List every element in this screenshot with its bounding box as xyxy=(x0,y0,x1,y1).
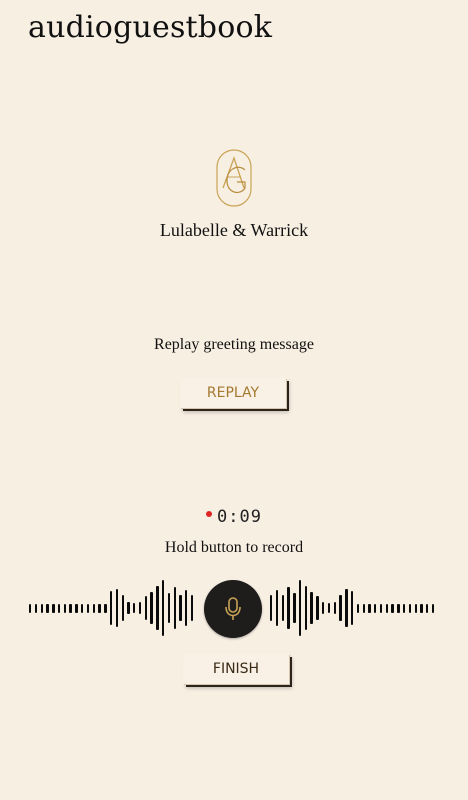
waveform-bar xyxy=(69,603,72,613)
waveform-left xyxy=(29,580,197,636)
microphone-icon xyxy=(225,597,241,620)
waveform-bar xyxy=(420,603,423,613)
waveform-bar xyxy=(391,603,394,613)
waveform-bar xyxy=(34,603,38,613)
waveform-bar xyxy=(144,596,148,620)
waveform-bar xyxy=(127,602,130,614)
waveform-bar xyxy=(46,603,49,613)
waveform-bar xyxy=(179,595,182,621)
waveform-bar xyxy=(270,595,273,621)
finish-button[interactable]: FINISH xyxy=(183,654,289,684)
waveform-bar xyxy=(402,603,406,613)
waveform-bar xyxy=(316,596,319,620)
waveform-bar xyxy=(98,603,101,613)
waveform-bar xyxy=(356,603,360,613)
waveform-bar xyxy=(161,580,165,636)
waveform-bar xyxy=(310,592,313,624)
replay-button[interactable]: REPLAY xyxy=(180,378,286,408)
record-dot-icon xyxy=(206,511,213,517)
waveform-bar xyxy=(374,603,377,613)
waveform-bar xyxy=(190,595,194,621)
waveform-bar xyxy=(156,586,159,630)
waveform-bar xyxy=(121,595,124,621)
hold-to-record-label: Hold button to record xyxy=(164,539,304,556)
waveform-bar xyxy=(350,591,354,625)
waveform-bar xyxy=(287,587,290,629)
waveform-bar xyxy=(104,603,107,613)
waveform-bar xyxy=(81,603,84,613)
waveform-bar xyxy=(109,591,113,625)
waveform-bar xyxy=(275,590,279,626)
waveform-bar xyxy=(57,603,61,613)
waveform-bar xyxy=(115,589,119,627)
couple-names: Lulabelle & Warrick xyxy=(159,220,309,240)
waveform-bar xyxy=(138,602,142,614)
record-button[interactable] xyxy=(204,580,262,638)
waveform-right xyxy=(270,580,438,636)
waveform-bar xyxy=(397,603,400,613)
waveform-bar xyxy=(362,603,365,613)
waveform-bar xyxy=(345,589,348,627)
waveform-bar xyxy=(322,602,325,614)
waveform-bar xyxy=(304,586,308,630)
replay-greeting-label: Replay greeting message xyxy=(154,336,314,353)
waveform-bar xyxy=(298,580,302,636)
app-brand: audioguestbook xyxy=(28,10,273,45)
waveform-bar xyxy=(431,603,435,613)
recording-timer: 0:09 xyxy=(0,507,468,527)
waveform-bar xyxy=(185,590,188,626)
waveform-bar xyxy=(368,603,371,613)
waveform-bar xyxy=(29,603,32,613)
waveform-bar xyxy=(40,603,43,613)
waveform-bar xyxy=(173,587,176,629)
waveform-bar xyxy=(86,603,90,613)
waveform-bar xyxy=(333,602,336,614)
monogram-logo xyxy=(216,149,252,207)
waveform-bar xyxy=(379,603,383,613)
waveform-bar xyxy=(92,603,95,613)
waveform-bar xyxy=(414,603,417,613)
waveform-bar xyxy=(408,603,412,613)
waveform-bar xyxy=(385,603,389,613)
waveform-bar xyxy=(150,592,153,624)
waveform-bar xyxy=(426,603,429,613)
waveform-bar xyxy=(52,603,55,613)
waveform-bar xyxy=(63,603,67,613)
waveform-bar xyxy=(293,593,296,623)
waveform-bar xyxy=(327,603,331,613)
waveform-bar xyxy=(75,603,78,613)
waveform-bar xyxy=(167,593,171,623)
timer-value: 0:09 xyxy=(217,507,262,527)
waveform-bar xyxy=(281,595,284,621)
waveform-bar xyxy=(133,603,136,613)
waveform-bar xyxy=(339,595,342,621)
